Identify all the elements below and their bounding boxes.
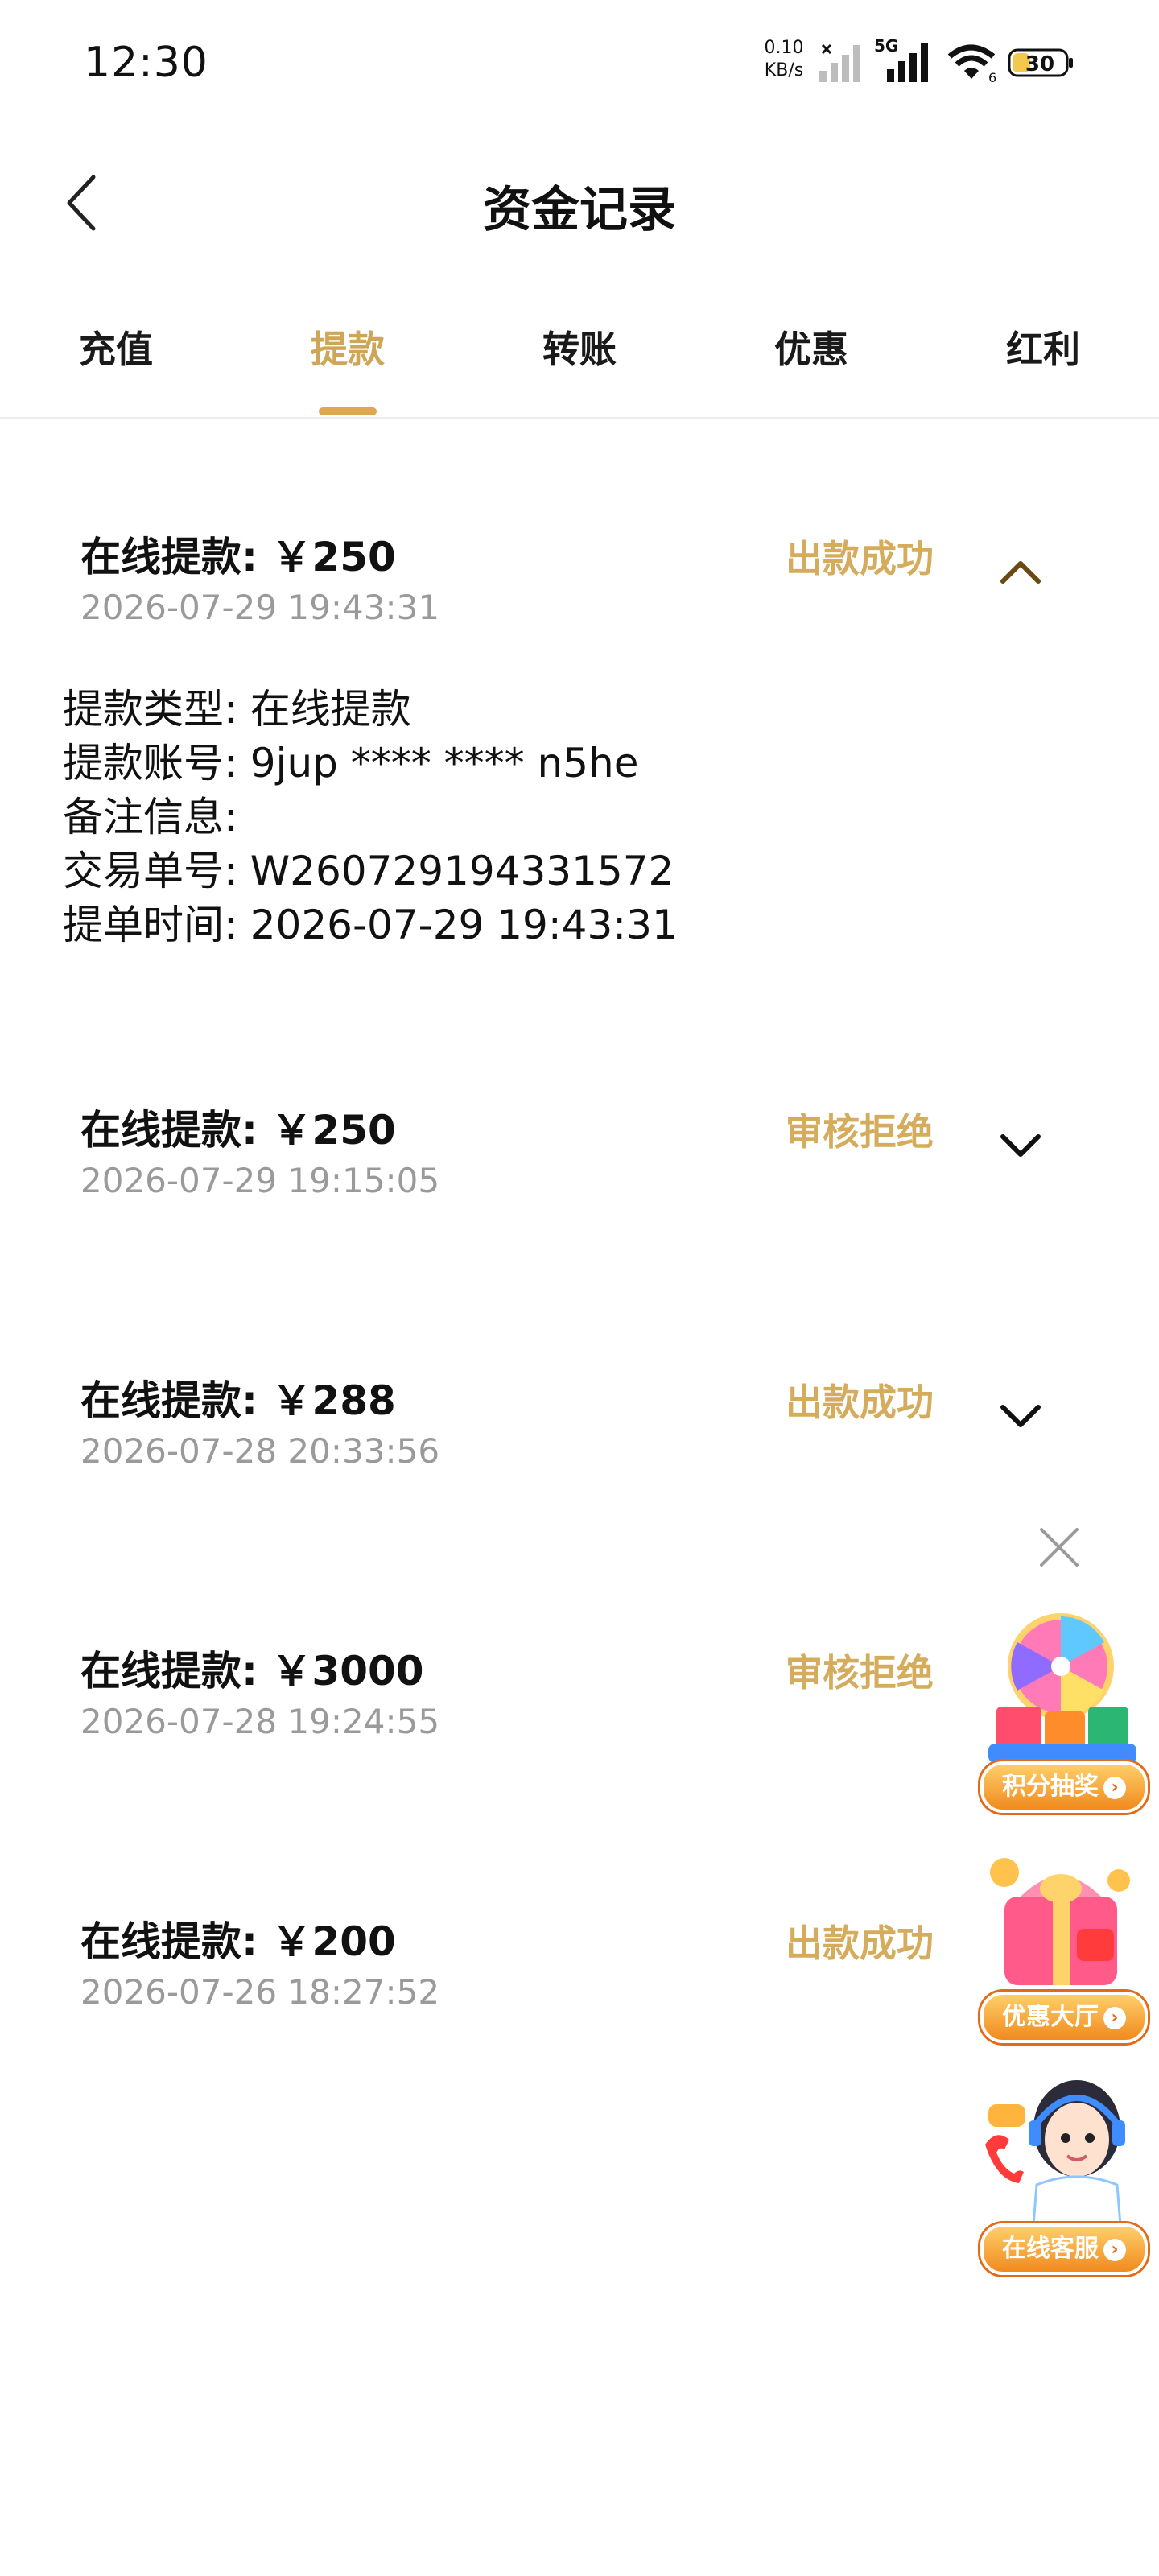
floating-lottery[interactable]: 积分抽奖 › (972, 1610, 1149, 1813)
record-date: 2026-07-29 19:15:05 (80, 1161, 440, 1200)
network-speed-unit: KB/s (764, 60, 804, 80)
record-date: 2026-07-28 19:24:55 (80, 1702, 440, 1741)
floating-customer-service[interactable]: 在线客服 › (972, 2072, 1149, 2275)
active-tab-indicator (319, 407, 377, 415)
tab-transfer[interactable]: 转账 (499, 320, 660, 374)
arrow-right-icon: › (1103, 2007, 1126, 2029)
chevron-up-icon[interactable] (996, 555, 1045, 588)
record-item[interactable]: 在线提款: ￥288 2026-07-28 20:33:56 出款成功 (0, 1368, 1159, 1497)
network-type: 5G (874, 37, 898, 56)
record-title: 在线提款: ￥250 (80, 1107, 396, 1154)
floating-promotions-button[interactable]: 优惠大厅 › (980, 1992, 1148, 2043)
record-date: 2026-07-29 19:43:31 (80, 588, 440, 627)
wifi-icon: 6 (947, 44, 996, 84)
floating-customer-service-label: 在线客服 (1002, 2235, 1099, 2263)
floating-lottery-button[interactable]: 积分抽奖 › (980, 1761, 1148, 1813)
floating-lottery-label: 积分抽奖 (1002, 1773, 1099, 1801)
record-title: 在线提款: ￥250 (80, 534, 396, 580)
record-title: 在线提款: ￥200 (80, 1918, 396, 1965)
gift-box-icon (990, 1858, 1130, 1985)
record-title: 在线提款: ￥3000 (80, 1648, 424, 1695)
tab-promotion[interactable]: 优惠 (731, 320, 892, 374)
record-status: 审核拒绝 (786, 1651, 934, 1695)
tab-withdraw[interactable]: 提款 (267, 320, 428, 374)
detail-account: 提款账号: 9jup **** **** n5he (63, 740, 639, 786)
close-icon[interactable] (1037, 1525, 1082, 1570)
tab-bonus[interactable]: 红利 (963, 320, 1124, 374)
chevron-down-icon[interactable] (996, 1399, 1045, 1431)
prize-wheel-icon (988, 1613, 1136, 1763)
signal-icon (819, 43, 860, 82)
arrow-right-icon: › (1103, 1777, 1126, 1799)
record-status: 出款成功 (786, 537, 934, 580)
floating-promotions-label: 优惠大厅 (1002, 2003, 1099, 2031)
record-status: 出款成功 (786, 1381, 934, 1424)
page-title: 资金记录 (483, 182, 676, 238)
status-bar: 12:30 0.10 KB/s 5G 6 30 (0, 0, 1159, 129)
detail-time: 提单时间: 2026-07-29 19:43:31 (63, 902, 678, 948)
signal-5g-icon: 5G (874, 37, 928, 82)
clock: 12:30 (84, 39, 208, 87)
record-item[interactable]: 在线提款: ￥250 2026-07-29 19:43:31 出款成功 (0, 525, 1159, 654)
battery-level: 30 (1025, 52, 1054, 76)
chevron-down-icon[interactable] (996, 1129, 1045, 1161)
network-speed-value: 0.10 (764, 38, 804, 58)
record-status: 审核拒绝 (786, 1110, 934, 1154)
network-speed: 0.10 KB/s (760, 37, 808, 82)
floating-customer-service-button[interactable]: 在线客服 › (980, 2223, 1148, 2275)
record-title: 在线提款: ￥288 (80, 1377, 396, 1424)
floating-promotions[interactable]: 优惠大厅 › (972, 1840, 1149, 2043)
record-date: 2026-07-28 20:33:56 (80, 1431, 440, 1471)
tab-recharge[interactable]: 充值 (35, 320, 196, 374)
record-detail: 提款类型: 在线提款 提款账号: 9jup **** **** n5he 备注信… (63, 683, 678, 952)
wifi-badge: 6 (988, 70, 996, 84)
battery-icon: 30 (1008, 48, 1073, 77)
customer-service-icon (985, 2080, 1125, 2227)
detail-order-no: 交易单号: W260729194331572 (63, 848, 674, 894)
tab-bar: 充值 提款 转账 优惠 红利 (0, 312, 1159, 419)
arrow-right-icon: › (1103, 2239, 1126, 2261)
record-date: 2026-07-26 18:27:52 (80, 1972, 440, 2012)
detail-remark: 备注信息: (63, 794, 237, 840)
detail-type: 提款类型: 在线提款 (63, 686, 411, 733)
record-status: 出款成功 (786, 1922, 934, 1965)
record-item[interactable]: 在线提款: ￥250 2026-07-29 19:15:05 审核拒绝 (0, 1098, 1159, 1227)
